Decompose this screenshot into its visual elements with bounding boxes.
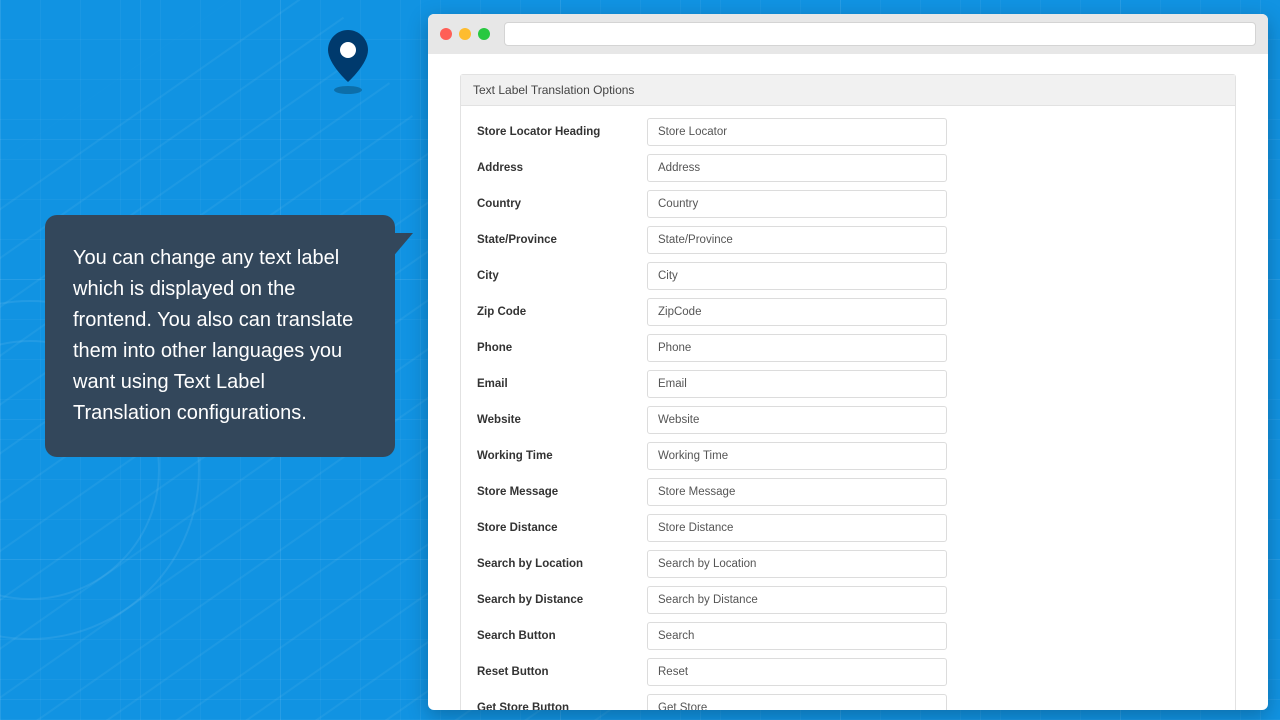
maximize-icon[interactable] <box>478 28 490 40</box>
form-row: Store Locator Heading <box>477 118 1219 146</box>
form-row: Working Time <box>477 442 1219 470</box>
form-row: Reset Button <box>477 658 1219 686</box>
field-input[interactable] <box>647 154 947 182</box>
window-controls <box>440 28 490 40</box>
address-bar[interactable] <box>504 22 1256 46</box>
field-input[interactable] <box>647 406 947 434</box>
form-row: Search Button <box>477 622 1219 650</box>
field-label: City <box>477 270 647 282</box>
field-input[interactable] <box>647 478 947 506</box>
form-row: Website <box>477 406 1219 434</box>
field-input[interactable] <box>647 226 947 254</box>
field-label: Working Time <box>477 450 647 462</box>
panel-title: Text Label Translation Options <box>461 75 1235 106</box>
browser-titlebar <box>428 14 1268 54</box>
field-label: Store Distance <box>477 522 647 534</box>
form-row: Email <box>477 370 1219 398</box>
form-row: Store Distance <box>477 514 1219 542</box>
field-label: Store Message <box>477 486 647 498</box>
panel-body: Store Locator Heading Address Country State… <box>461 106 1235 710</box>
field-input[interactable] <box>647 694 947 710</box>
form-row: Get Store Button <box>477 694 1219 710</box>
form-row: State/Province <box>477 226 1219 254</box>
form-row: Search by Distance <box>477 586 1219 614</box>
form-row: City <box>477 262 1219 290</box>
field-label: Email <box>477 378 647 390</box>
field-label: Country <box>477 198 647 210</box>
field-input[interactable] <box>647 442 947 470</box>
field-label: Phone <box>477 342 647 354</box>
form-row: Address <box>477 154 1219 182</box>
browser-content: Text Label Translation Options Store Loc… <box>428 54 1268 710</box>
field-input[interactable] <box>647 370 947 398</box>
field-label: Search Button <box>477 630 647 642</box>
form-row: Country <box>477 190 1219 218</box>
field-input[interactable] <box>647 298 947 326</box>
callout-text: You can change any text label which is d… <box>73 243 367 429</box>
field-label: Reset Button <box>477 666 647 678</box>
field-input[interactable] <box>647 334 947 362</box>
browser-window: Text Label Translation Options Store Loc… <box>428 14 1268 710</box>
map-pin-icon <box>325 30 371 96</box>
field-label: Search by Location <box>477 558 647 570</box>
field-input[interactable] <box>647 118 947 146</box>
field-input[interactable] <box>647 514 947 542</box>
field-input[interactable] <box>647 658 947 686</box>
translation-options-panel: Text Label Translation Options Store Loc… <box>460 74 1236 710</box>
close-icon[interactable] <box>440 28 452 40</box>
form-row: Phone <box>477 334 1219 362</box>
field-input[interactable] <box>647 550 947 578</box>
form-row: Search by Location <box>477 550 1219 578</box>
field-label: Get Store Button <box>477 702 647 710</box>
field-input[interactable] <box>647 622 947 650</box>
field-label: Store Locator Heading <box>477 126 647 138</box>
field-input[interactable] <box>647 190 947 218</box>
field-input[interactable] <box>647 586 947 614</box>
field-input[interactable] <box>647 262 947 290</box>
field-label: State/Province <box>477 234 647 246</box>
minimize-icon[interactable] <box>459 28 471 40</box>
field-label: Address <box>477 162 647 174</box>
field-label: Website <box>477 414 647 426</box>
field-label: Search by Distance <box>477 594 647 606</box>
form-row: Zip Code <box>477 298 1219 326</box>
field-label: Zip Code <box>477 306 647 318</box>
feature-callout: You can change any text label which is d… <box>45 215 395 457</box>
form-row: Store Message <box>477 478 1219 506</box>
